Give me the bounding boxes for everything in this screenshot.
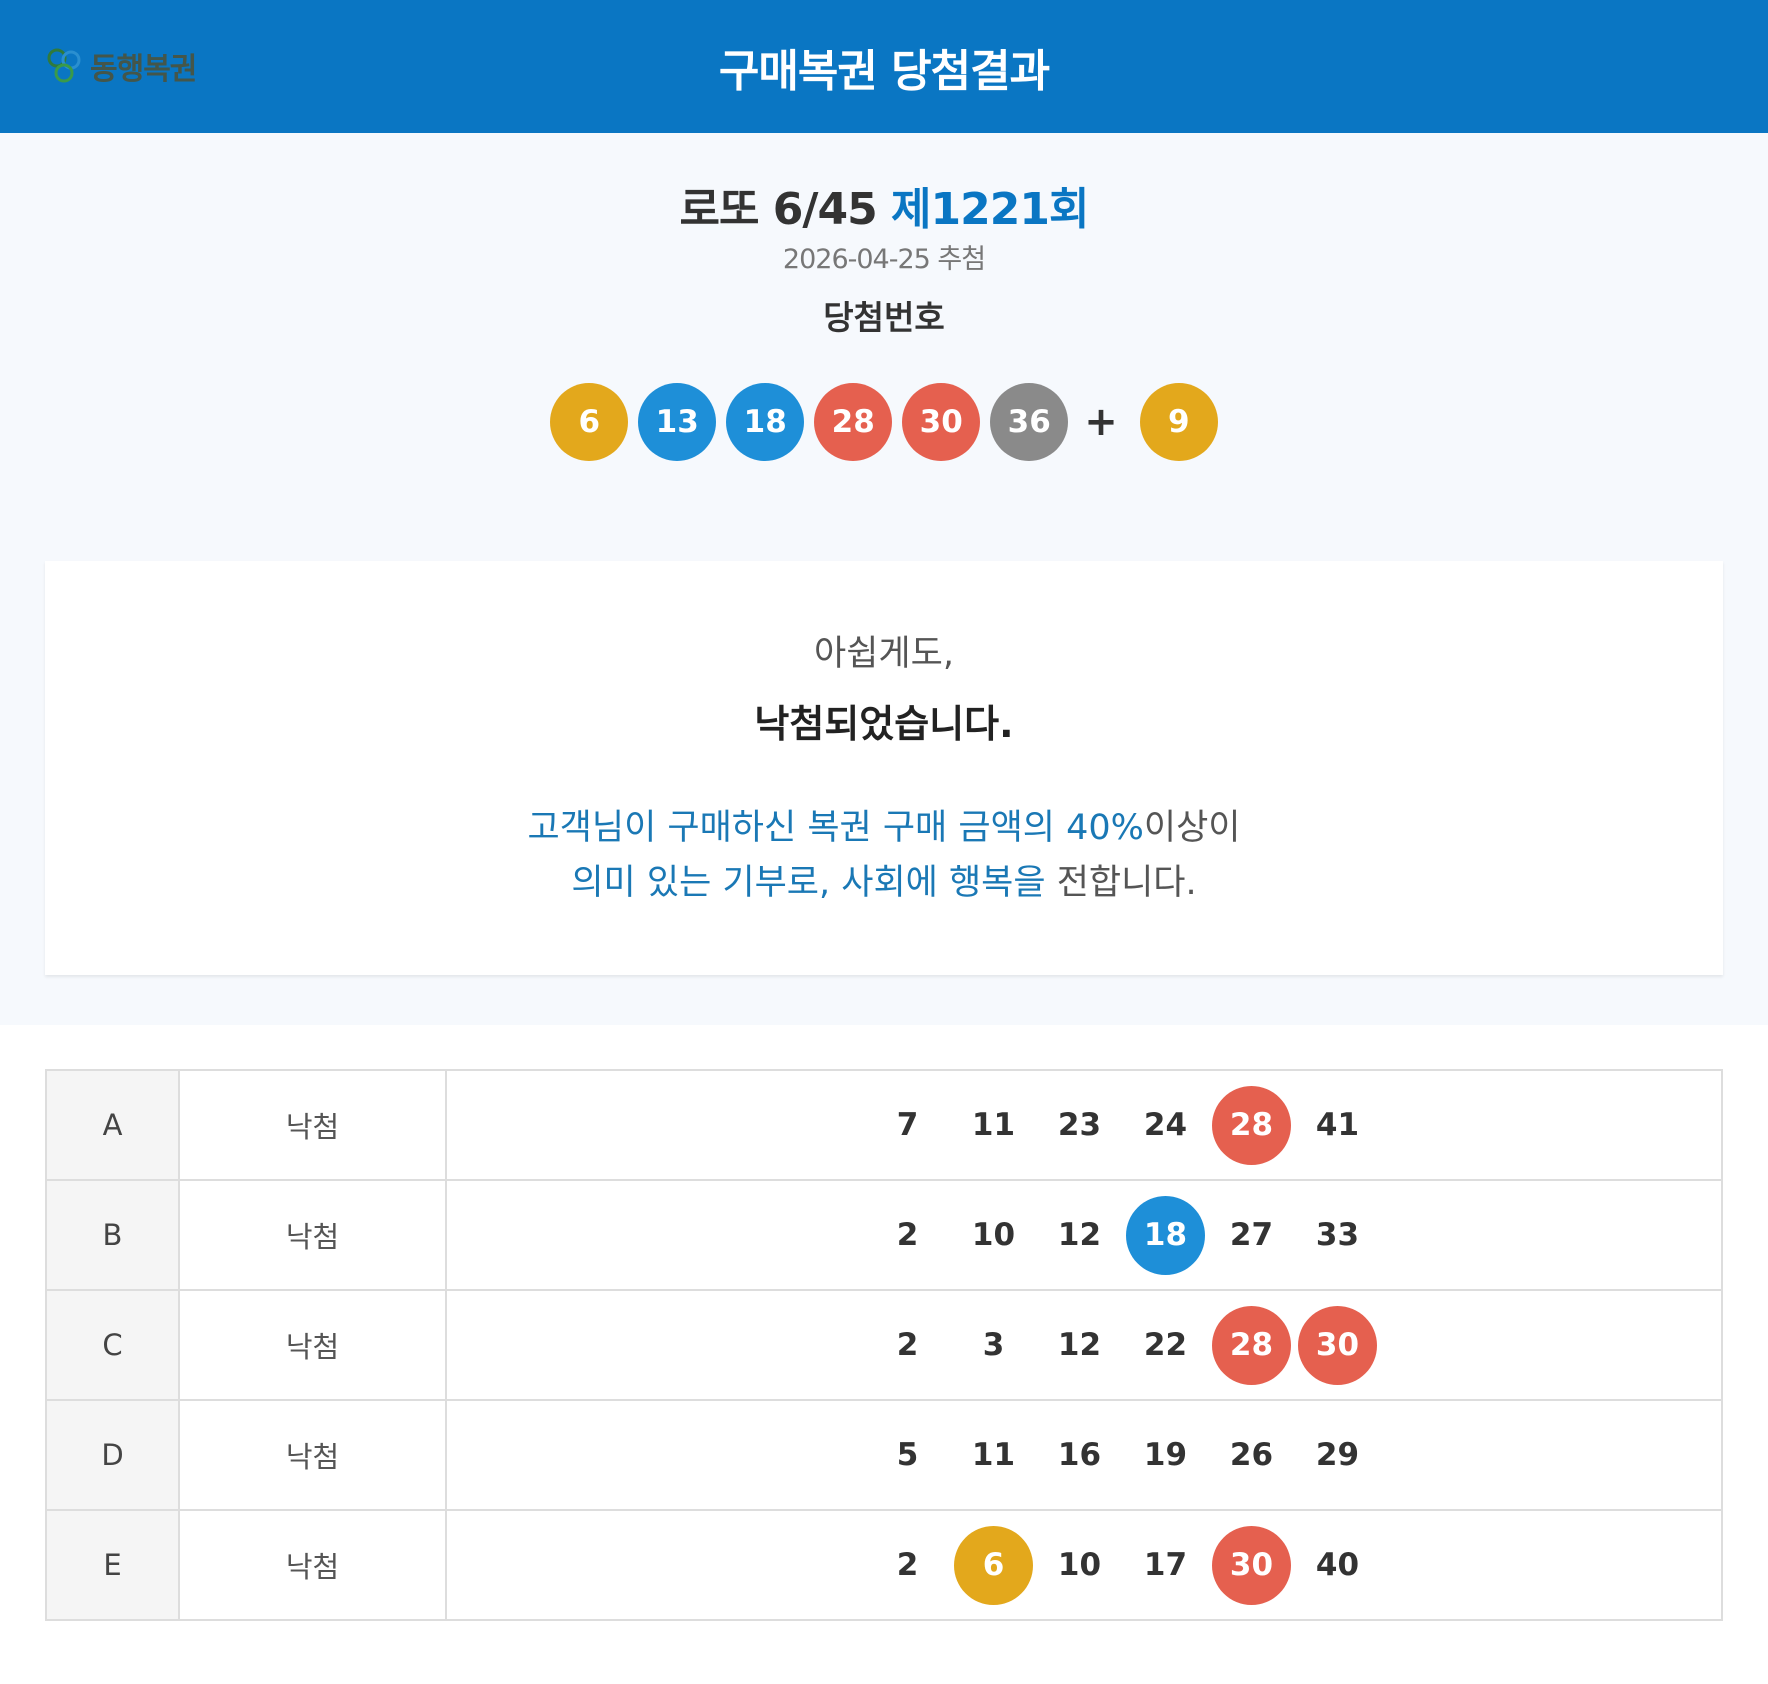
ticket-id: B bbox=[45, 1179, 180, 1291]
ticket-number: 2 bbox=[896, 1217, 919, 1253]
ticket-number: 5 bbox=[896, 1437, 919, 1473]
bonus-ball: 9 bbox=[1139, 383, 1218, 461]
ticket-id: D bbox=[45, 1399, 180, 1511]
donation-line2-rest: 전합니다. bbox=[1045, 863, 1197, 903]
matched-number: 30 bbox=[1298, 1305, 1377, 1385]
ticket-id: C bbox=[45, 1289, 180, 1401]
ticket-numbers: 7 11 23 24 28 41 bbox=[445, 1069, 1723, 1181]
table-row: C 낙첨 2 3 12 22 28 30 bbox=[45, 1289, 1723, 1401]
ticket-number: 17 bbox=[1143, 1547, 1188, 1583]
ticket-number: 10 bbox=[971, 1217, 1016, 1253]
ticket-id: A bbox=[45, 1069, 180, 1181]
plus-sign: + bbox=[1084, 399, 1118, 445]
ticket-number: 19 bbox=[1143, 1437, 1188, 1473]
ticket-number: 29 bbox=[1315, 1437, 1360, 1473]
winning-ball: 6 bbox=[550, 383, 629, 461]
ticket-number: 10 bbox=[1057, 1547, 1102, 1583]
clover-logo-icon bbox=[47, 48, 81, 83]
donation-line1-highlight: 고객님이 구매하신 복권 구매 금액의 40% bbox=[527, 808, 1144, 848]
ticket-table: A 낙첨 7 11 23 24 28 41 B 낙첨 2 10 12 18 27 33 C 낙첨 2 3 12 22 28 3… bbox=[45, 1069, 1723, 1621]
ticket-number: 23 bbox=[1057, 1107, 1102, 1143]
ticket-number: 11 bbox=[971, 1107, 1016, 1143]
ticket-id: E bbox=[45, 1509, 180, 1621]
draw-date: 2026-04-25 추첨 bbox=[782, 244, 986, 275]
ticket-number: 12 bbox=[1057, 1327, 1102, 1363]
matched-number: 28 bbox=[1212, 1085, 1291, 1165]
ticket-status: 낙첨 bbox=[178, 1069, 447, 1181]
ticket-status: 낙첨 bbox=[178, 1509, 447, 1621]
ticket-number: 41 bbox=[1315, 1107, 1360, 1143]
ticket-numbers: 2 3 12 22 28 30 bbox=[445, 1289, 1723, 1401]
matched-number: 30 bbox=[1212, 1525, 1291, 1605]
logo[interactable]: 동행복권 bbox=[44, 44, 197, 88]
ticket-status: 낙첨 bbox=[178, 1179, 447, 1291]
table-row: A 낙첨 7 11 23 24 28 41 bbox=[45, 1069, 1723, 1181]
table-row: D 낙첨 5 11 16 19 26 29 bbox=[45, 1399, 1723, 1511]
donation-line2-highlight: 의미 있는 기부로, 사회에 행복을 bbox=[571, 863, 1046, 903]
ticket-number: 2 bbox=[896, 1327, 919, 1363]
ticket-number: 22 bbox=[1143, 1327, 1188, 1363]
table-row: E 낙첨 2 6 10 17 30 40 bbox=[45, 1509, 1723, 1621]
ticket-status: 낙첨 bbox=[178, 1399, 447, 1511]
ticket-number: 12 bbox=[1057, 1217, 1102, 1253]
ticket-number: 11 bbox=[971, 1437, 1016, 1473]
draw-summary: 로또 6/45 제1221회 2026-04-25 추첨 당첨번호 6 13 18 2… bbox=[0, 133, 1768, 1025]
table-row: B 낙첨 2 10 12 18 27 33 bbox=[45, 1179, 1723, 1291]
ticket-numbers: 5 11 16 19 26 29 bbox=[445, 1399, 1723, 1511]
matched-number: 18 bbox=[1126, 1195, 1205, 1275]
ticket-number: 26 bbox=[1229, 1437, 1274, 1473]
draw-round: 제1221회 bbox=[891, 184, 1089, 235]
winning-ball: 36 bbox=[990, 383, 1069, 461]
ticket-number: 3 bbox=[982, 1327, 1005, 1363]
matched-number: 28 bbox=[1212, 1305, 1291, 1385]
ticket-numbers: 2 6 10 17 30 40 bbox=[445, 1509, 1723, 1621]
winning-ball: 30 bbox=[902, 383, 981, 461]
winning-numbers-label: 당첨번호 bbox=[823, 298, 945, 337]
winning-ball: 18 bbox=[726, 383, 805, 461]
logo-text: 동행복권 bbox=[90, 52, 197, 87]
ticket-number: 24 bbox=[1143, 1107, 1188, 1143]
ticket-number: 33 bbox=[1315, 1217, 1360, 1253]
ticket-number: 2 bbox=[896, 1547, 919, 1583]
result-box: 아쉽게도, 낙첨되었습니다. 고객님이 구매하신 복권 구매 금액의 40%이상… bbox=[45, 561, 1723, 975]
winning-numbers: 6 13 18 28 30 36 +9 bbox=[0, 383, 1768, 461]
matched-number: 6 bbox=[954, 1525, 1033, 1605]
winning-ball: 13 bbox=[638, 383, 717, 461]
header: 동행복권 구매복권 당첨결과 bbox=[0, 0, 1768, 133]
ticket-number: 27 bbox=[1229, 1217, 1274, 1253]
game-name: 로또 6/45 bbox=[679, 184, 878, 235]
draw-title: 로또 6/45 제1221회 bbox=[0, 173, 1768, 237]
winning-ball: 28 bbox=[814, 383, 893, 461]
result-message: 낙첨되었습니다. bbox=[754, 702, 1014, 746]
ticket-numbers: 2 10 12 18 27 33 bbox=[445, 1179, 1723, 1291]
ticket-number: 40 bbox=[1315, 1547, 1360, 1583]
ticket-status: 낙첨 bbox=[178, 1289, 447, 1401]
ticket-number: 7 bbox=[896, 1107, 919, 1143]
page-title: 구매복권 당첨결과 bbox=[718, 45, 1050, 97]
result-subtext: 아쉽게도, bbox=[814, 634, 954, 674]
ticket-number: 16 bbox=[1057, 1437, 1102, 1473]
donation-message: 고객님이 구매하신 복권 구매 금액의 40%이상이 의미 있는 기부로, 사회… bbox=[45, 801, 1723, 911]
donation-line1-rest: 이상이 bbox=[1143, 808, 1241, 848]
